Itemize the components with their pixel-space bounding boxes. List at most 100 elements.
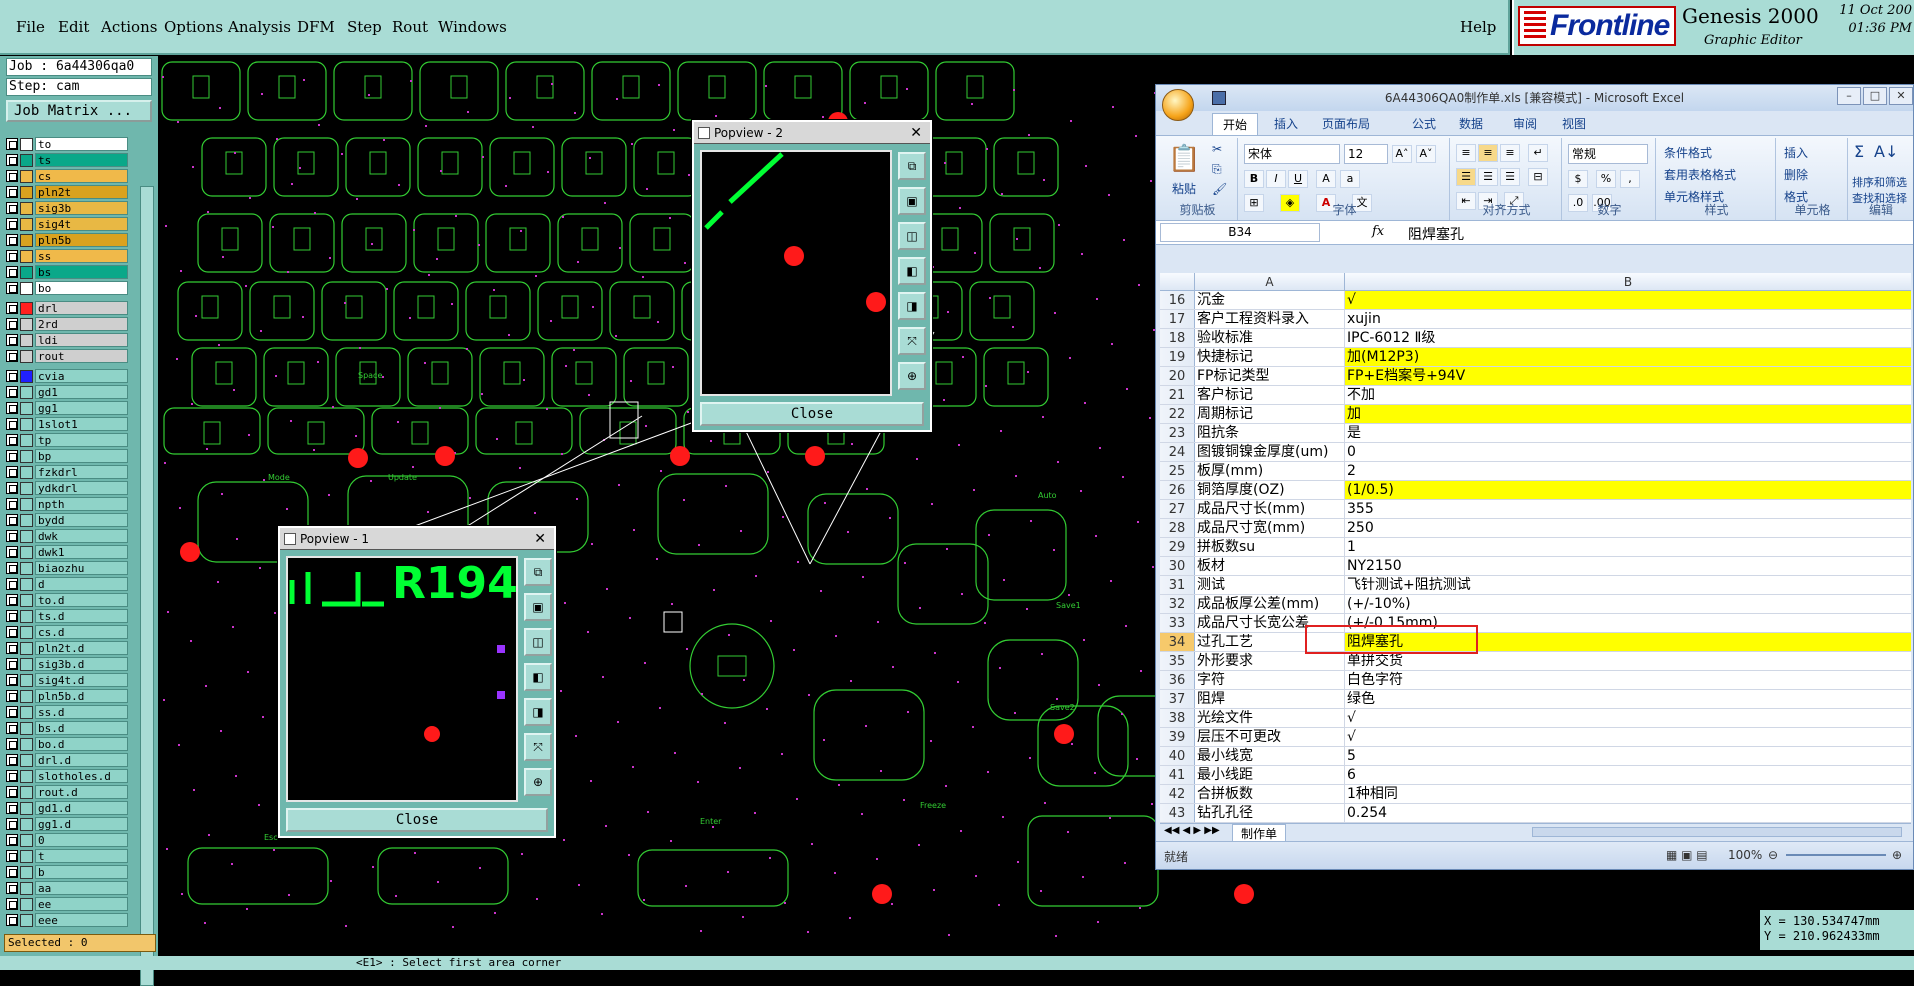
shrink-font-icon[interactable]: A˅	[1416, 145, 1436, 163]
layer-color-swatch[interactable]	[20, 385, 33, 399]
cell-b[interactable]: 0.254	[1345, 804, 1911, 822]
layer-checkbox[interactable]	[6, 914, 18, 926]
layer-name[interactable]: bo	[35, 281, 128, 295]
layer-checkbox[interactable]	[6, 642, 18, 654]
merge-center-icon[interactable]: ⊟	[1528, 168, 1548, 186]
cell-b[interactable]: 加	[1345, 405, 1911, 423]
layer-checkbox[interactable]	[6, 594, 18, 606]
cell-a[interactable]: FP标记类型	[1195, 367, 1345, 385]
row-number[interactable]: 34	[1160, 633, 1195, 651]
layer-checkbox[interactable]	[6, 722, 18, 734]
layer-color-swatch[interactable]	[20, 497, 33, 511]
layer-checkbox[interactable]	[6, 138, 18, 150]
layer-checkbox[interactable]	[6, 626, 18, 638]
paste-icon[interactable]: 📋	[1168, 144, 1200, 174]
zoom-in-icon[interactable]: ⊕	[1892, 848, 1902, 862]
layer-row[interactable]: pln5b.d	[6, 688, 128, 704]
layer-row[interactable]: bs.d	[6, 720, 128, 736]
zoom-in-icon[interactable]: ▣	[898, 187, 926, 215]
align-top-icon[interactable]: ≡	[1456, 144, 1476, 162]
layer-color-swatch[interactable]	[20, 137, 33, 151]
cell-a[interactable]: 板材	[1195, 557, 1345, 575]
layer-name[interactable]: rout.d	[35, 785, 128, 799]
layer-row[interactable]: gg1	[6, 400, 128, 416]
pan-left-icon[interactable]: ◧	[898, 257, 926, 285]
close-icon[interactable]: ✕	[1889, 87, 1913, 105]
layer-color-swatch[interactable]	[20, 281, 33, 295]
sheet-row[interactable]: 37 阻焊 绿色	[1160, 690, 1911, 709]
cell-a[interactable]: 阻抗条	[1195, 424, 1345, 442]
layer-name[interactable]: dwk	[35, 529, 128, 543]
layer-row[interactable]: pln2t.d	[6, 640, 128, 656]
layer-color-swatch[interactable]	[20, 233, 33, 247]
layer-row[interactable]: ts	[6, 152, 128, 168]
cell-b[interactable]: 白色字符	[1345, 671, 1911, 689]
view-buttons-icon[interactable]: ▦ ▣ ▤	[1666, 848, 1708, 862]
ribbon-tab[interactable]: 数据	[1459, 115, 1483, 132]
font-size-input[interactable]: 12	[1344, 144, 1388, 164]
layer-row[interactable]: ydkdrl	[6, 480, 128, 496]
cell-a[interactable]: 客户标记	[1195, 386, 1345, 404]
sheet-row[interactable]: 34 过孔工艺 阻焊塞孔	[1160, 633, 1911, 652]
percent-icon[interactable]: %	[1596, 170, 1616, 188]
menu-windows[interactable]: Windows	[438, 18, 507, 36]
layer-color-swatch[interactable]	[20, 333, 33, 347]
menu-step[interactable]: Step	[347, 18, 382, 36]
layer-name[interactable]: ldi	[35, 333, 128, 347]
layer-checkbox[interactable]	[6, 658, 18, 670]
layer-color-swatch[interactable]	[20, 561, 33, 575]
layer-row[interactable]: rout	[6, 348, 128, 364]
row-number[interactable]: 29	[1160, 538, 1195, 556]
bold-icon[interactable]: B	[1244, 170, 1264, 188]
row-number[interactable]: 26	[1160, 481, 1195, 499]
ribbon-tab[interactable]: 页面布局	[1322, 115, 1370, 132]
cell-a[interactable]: 铜箔厚度(OZ)	[1195, 481, 1345, 499]
row-number[interactable]: 16	[1160, 291, 1195, 309]
layer-checkbox[interactable]	[6, 562, 18, 574]
layer-row[interactable]: bydd	[6, 512, 128, 528]
layer-name[interactable]: ydkdrl	[35, 481, 128, 495]
layer-color-swatch[interactable]	[20, 705, 33, 719]
layer-color-swatch[interactable]	[20, 481, 33, 495]
layer-row[interactable]: sig3b	[6, 200, 128, 216]
sort-icon[interactable]: A↓	[1874, 142, 1898, 161]
layer-checkbox[interactable]	[6, 818, 18, 830]
layer-checkbox[interactable]	[6, 866, 18, 878]
layer-checkbox[interactable]	[6, 498, 18, 510]
layer-name[interactable]: cs.d	[35, 625, 128, 639]
zoom-fit-icon[interactable]: ⧉	[524, 558, 552, 586]
layer-checkbox[interactable]	[6, 170, 18, 182]
layer-row[interactable]: biaozhu	[6, 560, 128, 576]
sheet-row[interactable]: 43 钻孔孔径 0.254	[1160, 804, 1911, 823]
layer-name[interactable]: 0	[35, 833, 128, 847]
layer-row[interactable]: npth	[6, 496, 128, 512]
cell-a[interactable]: 成品尺寸宽(mm)	[1195, 519, 1345, 537]
cell-b[interactable]: 2	[1345, 462, 1911, 480]
layer-name[interactable]: gd1	[35, 385, 128, 399]
layer-row[interactable]: ldi	[6, 332, 128, 348]
cell-a[interactable]: 板厚(mm)	[1195, 462, 1345, 480]
menu-options[interactable]: Options	[164, 18, 223, 36]
menu-dfm[interactable]: DFM	[297, 18, 335, 36]
cell-b[interactable]: 加(M12P3)	[1345, 348, 1911, 366]
delete-button[interactable]: 删除	[1784, 166, 1808, 183]
layer-checkbox[interactable]	[6, 370, 18, 382]
layer-row[interactable]: pln2t	[6, 184, 128, 200]
layer-row[interactable]: bo.d	[6, 736, 128, 752]
layer-row[interactable]: b	[6, 864, 128, 880]
number-format-input[interactable]: 常规	[1568, 144, 1648, 164]
layer-color-swatch[interactable]	[20, 753, 33, 767]
cell-b[interactable]: √	[1345, 291, 1911, 309]
row-number[interactable]: 31	[1160, 576, 1195, 594]
currency-icon[interactable]: $	[1568, 170, 1588, 188]
cell-a[interactable]: 拼板数su	[1195, 538, 1345, 556]
layer-name[interactable]: biaozhu	[35, 561, 128, 575]
office-button-icon[interactable]	[1162, 89, 1194, 121]
layer-color-swatch[interactable]	[20, 401, 33, 415]
layer-name[interactable]: fzkdrl	[35, 465, 128, 479]
layer-color-swatch[interactable]	[20, 349, 33, 363]
table-format-button[interactable]: 套用表格格式	[1664, 166, 1736, 183]
expand-icon[interactable]: ⤧	[524, 733, 552, 761]
zoom-fit-icon[interactable]: ⧉	[898, 152, 926, 180]
layer-row[interactable]: sig3b.d	[6, 656, 128, 672]
